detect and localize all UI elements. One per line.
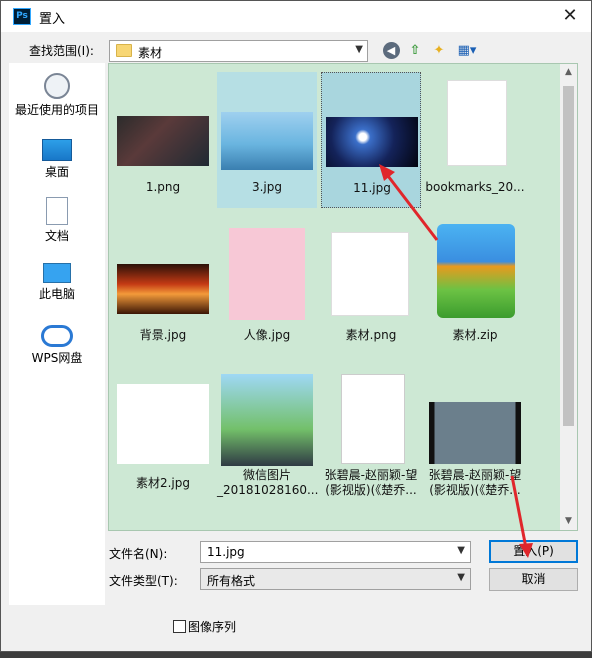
filename-input[interactable]: 11.jpg ▼ bbox=[200, 541, 471, 563]
file-name: 张碧晨-赵丽颖-望 (影视版)(《楚乔... bbox=[428, 468, 522, 497]
vertical-scrollbar[interactable]: ▲ ▼ bbox=[560, 64, 577, 530]
file-thumbnail bbox=[331, 232, 409, 316]
filename-value: 11.jpg bbox=[207, 545, 245, 559]
scroll-up-icon[interactable]: ▲ bbox=[560, 64, 577, 81]
up-folder-button[interactable]: ⇧ bbox=[405, 41, 425, 61]
blank-file-icon bbox=[447, 80, 507, 166]
document-icon bbox=[46, 197, 68, 225]
place-recent[interactable]: 最近使用的项目 bbox=[9, 67, 105, 129]
scrollbar-thumb[interactable] bbox=[563, 86, 574, 426]
file-item[interactable]: 素材2.jpg bbox=[113, 368, 213, 504]
zip-archive-icon bbox=[437, 224, 515, 318]
file-item[interactable]: 1.png bbox=[113, 72, 213, 208]
media-file-icon bbox=[341, 374, 405, 464]
place-button[interactable]: 置入(P) bbox=[489, 540, 578, 563]
file-item-selected[interactable]: 11.jpg bbox=[321, 72, 421, 208]
cloud-icon bbox=[41, 325, 73, 347]
file-name: 1.png bbox=[145, 180, 181, 194]
folder-icon bbox=[116, 44, 132, 57]
place-label: 此电脑 bbox=[38, 287, 75, 301]
file-name: bookmarks_20... bbox=[425, 180, 525, 194]
place-documents[interactable]: 文档 bbox=[9, 191, 105, 253]
filetype-dropdown[interactable]: 所有格式 ▼ bbox=[200, 568, 471, 590]
file-thumbnail bbox=[117, 264, 209, 314]
photoshop-icon: Ps bbox=[13, 8, 31, 25]
place-desktop[interactable]: 桌面 bbox=[9, 129, 105, 191]
file-name: 素材.png bbox=[345, 328, 397, 342]
file-thumbnail bbox=[117, 116, 209, 166]
file-thumbnail bbox=[326, 117, 418, 167]
file-item[interactable]: 人像.jpg bbox=[217, 220, 317, 356]
file-name: 11.jpg bbox=[353, 181, 391, 195]
file-item[interactable]: 素材.zip bbox=[425, 220, 525, 356]
place-wps-cloud[interactable]: WPS网盘 bbox=[9, 315, 105, 377]
lookin-label: 查找范围(I): bbox=[29, 44, 94, 58]
file-thumbnail bbox=[429, 402, 521, 464]
lookin-value: 素材 bbox=[138, 46, 163, 60]
file-name: 3.jpg bbox=[251, 180, 283, 194]
lookin-dropdown[interactable]: 素材 ▼ bbox=[109, 40, 368, 62]
file-name: 素材.zip bbox=[452, 328, 498, 342]
new-folder-button[interactable]: ✦ bbox=[429, 41, 449, 61]
file-thumbnail bbox=[221, 374, 313, 466]
dialog-title: 置入 bbox=[39, 12, 66, 27]
file-name: 张碧晨-赵丽颖-望 (影视版)(《楚乔... bbox=[324, 468, 418, 497]
filetype-label: 文件类型(T): bbox=[109, 574, 178, 588]
place-dialog: Ps 置入 ✕ 查找范围(I): 素材 ▼ ◀ ⇧ ✦ ▦▾ 最近使用的项目 桌… bbox=[0, 0, 592, 652]
filetype-value: 所有格式 bbox=[207, 574, 256, 588]
scroll-down-icon[interactable]: ▼ bbox=[560, 513, 577, 530]
cancel-button[interactable]: 取消 bbox=[489, 568, 578, 591]
file-thumbnail bbox=[229, 228, 305, 320]
file-name: 人像.jpg bbox=[243, 328, 291, 342]
file-name: 背景.jpg bbox=[139, 328, 187, 342]
chevron-down-icon[interactable]: ▼ bbox=[457, 545, 465, 556]
recent-icon bbox=[44, 73, 70, 99]
place-label: 最近使用的项目 bbox=[14, 103, 99, 117]
view-menu-button[interactable]: ▦▾ bbox=[453, 41, 481, 61]
file-thumbnail bbox=[117, 384, 209, 464]
place-this-pc[interactable]: 此电脑 bbox=[9, 253, 105, 315]
place-label: WPS网盘 bbox=[31, 351, 83, 365]
checkbox-icon[interactable] bbox=[173, 620, 186, 633]
back-button[interactable]: ◀ bbox=[381, 41, 401, 61]
image-sequence-checkbox[interactable]: 图像序列 bbox=[173, 618, 236, 635]
file-thumbnail bbox=[221, 112, 313, 170]
file-name: 微信图片 _20181028160... bbox=[217, 468, 319, 497]
computer-icon bbox=[43, 263, 71, 283]
place-label: 桌面 bbox=[44, 165, 69, 179]
file-item[interactable]: 3.jpg bbox=[217, 72, 317, 208]
chevron-down-icon: ▼ bbox=[457, 572, 465, 583]
file-item[interactable]: 素材.png bbox=[321, 220, 421, 356]
file-name: 素材2.jpg bbox=[135, 476, 191, 490]
places-bar: 最近使用的项目 桌面 文档 此电脑 WPS网盘 bbox=[9, 63, 105, 605]
file-item[interactable]: bookmarks_20... bbox=[425, 72, 525, 208]
file-item[interactable]: 张碧晨-赵丽颖-望 (影视版)(《楚乔... bbox=[425, 368, 525, 504]
place-label: 文档 bbox=[44, 229, 69, 243]
filename-label: 文件名(N): bbox=[109, 547, 168, 561]
file-item[interactable]: 张碧晨-赵丽颖-望 (影视版)(《楚乔... bbox=[321, 368, 421, 504]
file-item[interactable]: 微信图片 _20181028160... bbox=[217, 368, 319, 504]
file-item[interactable]: 背景.jpg bbox=[113, 220, 213, 356]
file-list[interactable]: 1.png 3.jpg 11.jpg bookmarks_20... 背景.jp… bbox=[108, 63, 578, 531]
chevron-down-icon: ▼ bbox=[355, 44, 363, 55]
title-bar: Ps 置入 ✕ bbox=[1, 1, 591, 32]
back-arrow-icon: ◀ bbox=[382, 42, 400, 59]
desktop-icon bbox=[42, 139, 72, 161]
close-button[interactable]: ✕ bbox=[557, 4, 583, 28]
image-sequence-label: 图像序列 bbox=[188, 620, 237, 634]
